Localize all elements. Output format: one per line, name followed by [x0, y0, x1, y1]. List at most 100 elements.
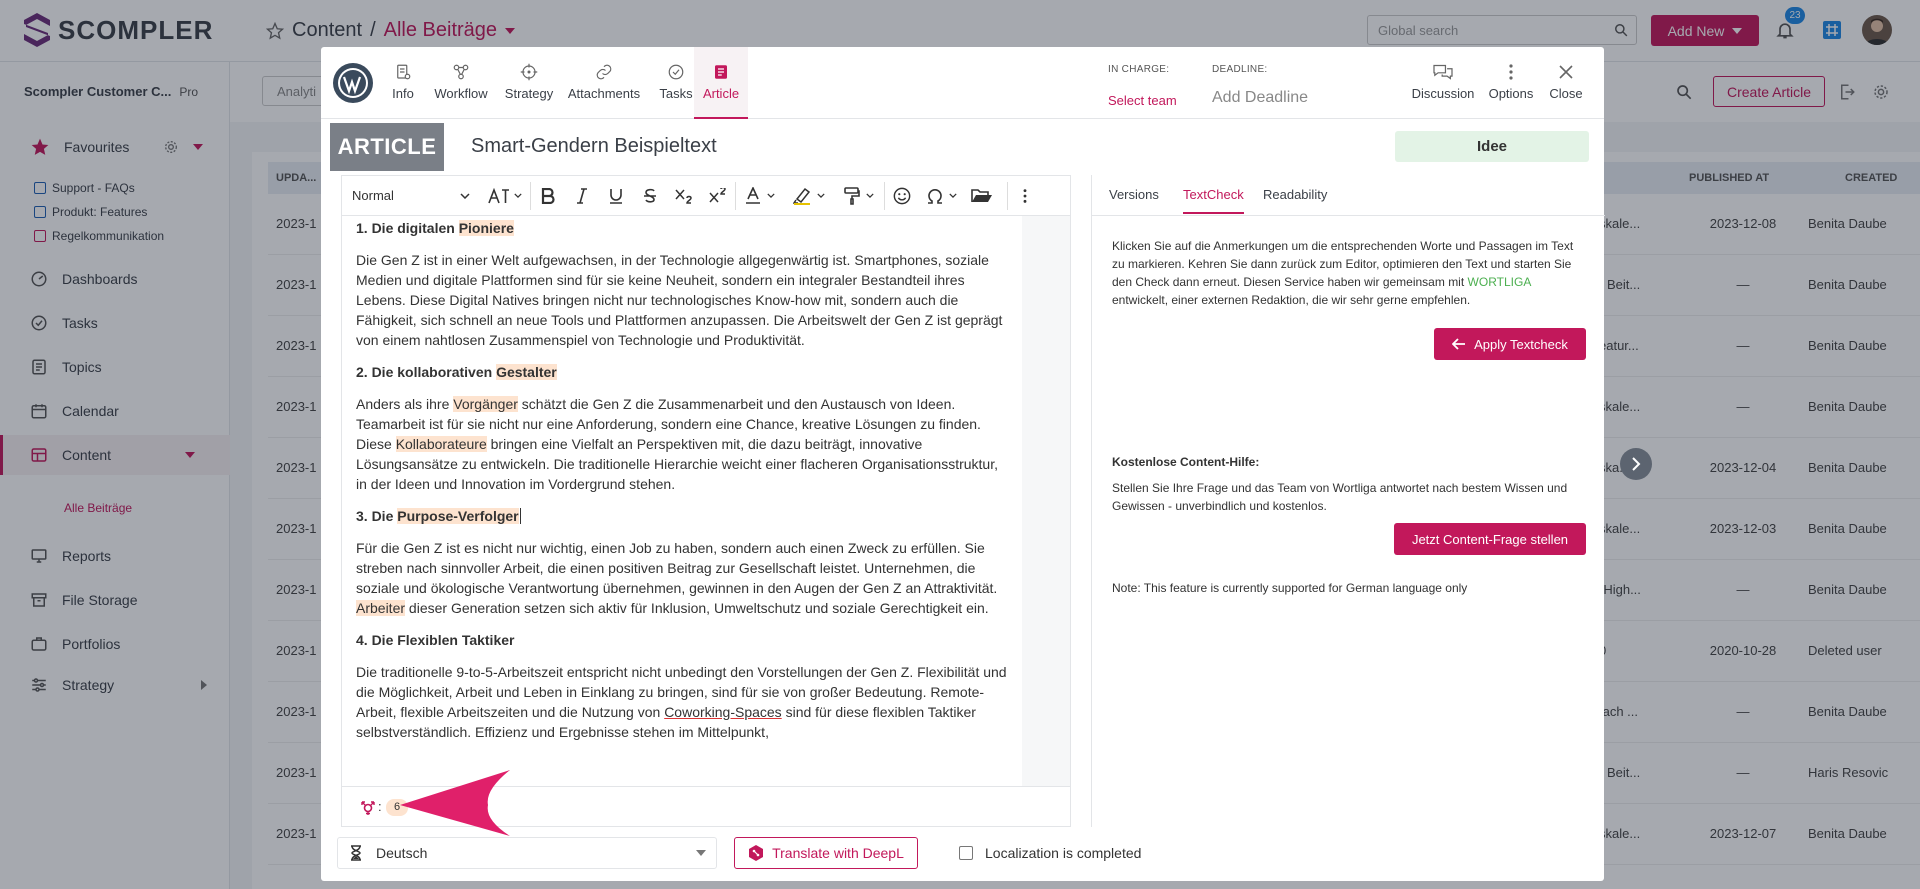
tab-label: Tasks: [659, 86, 693, 101]
font-color-button[interactable]: [736, 176, 784, 216]
workflow-icon: [453, 64, 469, 80]
emoji-button[interactable]: [885, 176, 919, 216]
close-button[interactable]: Close: [1548, 47, 1584, 119]
annotation-arrow-icon: [400, 770, 510, 836]
apply-textcheck-button[interactable]: Apply Textcheck: [1434, 328, 1586, 360]
gender-flag[interactable]: Vorgänger: [453, 396, 518, 412]
underline-button[interactable]: [599, 176, 633, 216]
font-color-icon: [746, 186, 760, 204]
select-team-link[interactable]: Select team: [1108, 93, 1177, 108]
tab-label: Workflow: [434, 86, 488, 101]
paragraph: Die traditionelle 9-to-5-Arbeitszeit ent…: [356, 664, 1007, 740]
gender-symbol-icon[interactable]: [360, 800, 376, 816]
translate-deepl-button[interactable]: Translate with DeepL: [734, 837, 918, 869]
italic-icon: [577, 187, 587, 204]
spelling-flag[interactable]: Coworking-Spaces: [664, 704, 782, 720]
font-size-icon: [488, 187, 509, 203]
rich-text-editor: Normal 1. Die digitalen Pioniere Die Gen…: [341, 175, 1071, 827]
editor-content[interactable]: 1. Die digitalen Pioniere Die Gen Z ist …: [342, 216, 1022, 786]
options-label: Options: [1488, 86, 1534, 101]
tab-label: Article: [702, 86, 740, 101]
help-text: Stellen Sie Ihre Frage und das Team von …: [1112, 481, 1568, 513]
chevron-down-icon: [460, 192, 470, 199]
localization-checkbox[interactable]: Localization is completed: [959, 845, 1141, 861]
gender-flag[interactable]: Purpose-Verfolger: [397, 508, 519, 524]
section-heading: 3. Die Purpose-Verfolger: [356, 508, 521, 524]
paragraph-style-value: Normal: [352, 188, 394, 203]
chevron-right-icon: [1632, 457, 1641, 471]
chevron-down-icon: [514, 193, 522, 198]
article-modal: Info Workflow Strategy Attachments Tasks…: [321, 47, 1605, 881]
font-size-button[interactable]: [480, 176, 530, 216]
omega-icon: [928, 188, 942, 204]
tab-readability[interactable]: Readability: [1263, 187, 1327, 202]
subscript-icon: [675, 189, 692, 204]
tab-strategy[interactable]: Strategy: [499, 47, 559, 119]
checkbox[interactable]: [959, 846, 973, 860]
tab-label: Info: [392, 86, 414, 101]
link-icon: [596, 64, 612, 80]
tab-attachments[interactable]: Attachments: [561, 47, 647, 119]
more-tools-button[interactable]: [1008, 176, 1042, 216]
bold-button[interactable]: [531, 176, 565, 216]
chevron-down-icon: [949, 193, 957, 198]
gender-flag[interactable]: Gestalter: [496, 364, 557, 380]
editor-side-gutter: [1022, 216, 1070, 786]
tab-label: Attachments: [567, 86, 641, 101]
highlight-button[interactable]: [784, 176, 834, 216]
strikethrough-button[interactable]: [633, 176, 667, 216]
special-char-button[interactable]: [919, 176, 965, 216]
underline-icon: [610, 188, 622, 204]
next-page-button[interactable]: [1620, 448, 1652, 480]
check-circle-icon: [668, 64, 684, 80]
subscript-button[interactable]: [667, 176, 701, 216]
bold-icon: [541, 187, 555, 204]
discussion-button[interactable]: Discussion: [1411, 47, 1475, 119]
chat-bubbles-icon: [1433, 64, 1453, 80]
italic-button[interactable]: [565, 176, 599, 216]
tab-article[interactable]: Article: [694, 47, 748, 119]
open-file-button[interactable]: [965, 176, 999, 216]
highlighter-icon: [793, 187, 811, 205]
more-vertical-icon: [1023, 188, 1027, 203]
folder-open-icon: [971, 188, 992, 202]
textcheck-panel: Versions TextCheck Readability Klicken S…: [1091, 175, 1605, 827]
article-type-badge: ARTICLE: [330, 123, 444, 171]
section-heading: 2. Die kollaborativen Gestalter: [356, 364, 557, 380]
language-select[interactable]: Deutsch: [337, 837, 717, 869]
smiley-icon: [893, 187, 911, 204]
chevron-down-icon: [817, 193, 825, 198]
status-button[interactable]: Idee: [1395, 131, 1589, 162]
editor-toolbar: Normal: [342, 176, 1070, 216]
paragraph: Für die Gen Z ist es nicht nur wichtig, …: [356, 540, 998, 616]
add-deadline-link[interactable]: Add Deadline: [1212, 89, 1308, 107]
gender-flag[interactable]: Pioniere: [458, 220, 514, 236]
language-value: Deutsch: [376, 845, 428, 861]
options-button[interactable]: Options: [1486, 47, 1536, 119]
tab-textcheck[interactable]: TextCheck: [1183, 187, 1244, 214]
superscript-button[interactable]: [701, 176, 735, 216]
tab-label: Strategy: [504, 86, 554, 101]
wordpress-logo-icon: [333, 63, 373, 103]
tab-info[interactable]: Info: [383, 47, 423, 119]
in-charge-label: IN CHARGE:: [1108, 64, 1170, 75]
ask-content-question-button[interactable]: Jetzt Content-Frage stellen: [1394, 523, 1586, 555]
more-vertical-icon: [1509, 64, 1513, 80]
paragraph-style-select[interactable]: Normal: [342, 176, 480, 216]
caret-down-icon: [696, 850, 706, 856]
panel-tabs: Versions TextCheck Readability: [1092, 175, 1605, 216]
wortliga-link[interactable]: WORTLIGA: [1468, 275, 1531, 289]
tab-workflow[interactable]: Workflow: [426, 47, 496, 119]
chevron-down-icon: [767, 193, 775, 198]
gender-flag[interactable]: Kollaborateure: [395, 436, 487, 452]
tab-versions[interactable]: Versions: [1109, 187, 1159, 202]
deepl-icon: [749, 845, 764, 861]
hourglass-icon: [351, 845, 361, 861]
discussion-label: Discussion: [1411, 86, 1475, 101]
section-heading: 4. Die Flexiblen Taktiker: [356, 632, 515, 648]
deadline-label: DEADLINE:: [1212, 64, 1268, 75]
gender-flag[interactable]: Arbeiter: [356, 600, 406, 616]
article-title[interactable]: Smart-Gendern Beispieltext: [471, 135, 717, 158]
paragraph: Die Gen Z ist in einer Welt aufgewachsen…: [356, 252, 1003, 348]
paint-format-button[interactable]: [834, 176, 884, 216]
